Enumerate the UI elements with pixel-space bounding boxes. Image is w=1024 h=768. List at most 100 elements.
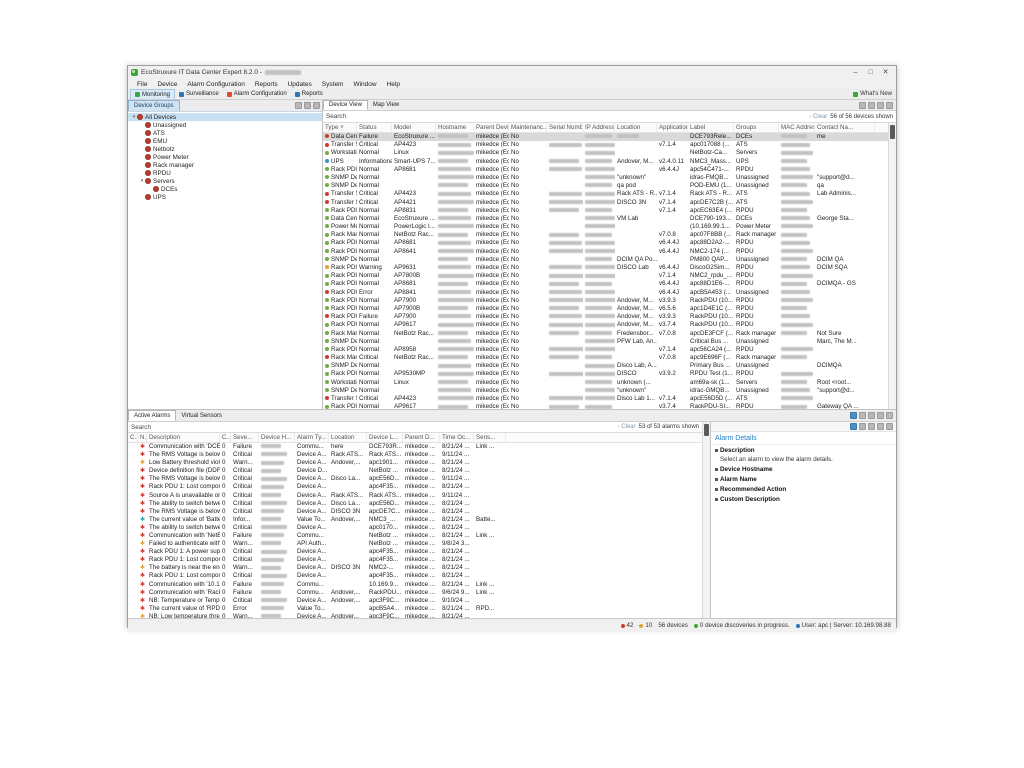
device-row[interactable]: SNMP DevicNormalmikedce (Ec...NoDisco La… <box>323 362 888 370</box>
alarm-clear-link[interactable]: Clear <box>621 424 635 430</box>
minimize-panel-icon[interactable] <box>877 423 884 430</box>
column-header-mac-address[interactable]: MAC Address <box>779 123 815 132</box>
device-row[interactable]: Rack PDUNormalAP7900mikedce (Ec...NoAndo… <box>323 297 888 305</box>
alarm-row[interactable]: ✱The RMS Voltage is below ...0CriticalDe… <box>128 508 702 516</box>
menu-reports[interactable]: Reports <box>250 81 283 88</box>
tree-item-power-meter[interactable]: Power Meter <box>128 153 322 161</box>
tree-item-all-devices[interactable]: ▾All Devices <box>128 113 322 121</box>
device-row[interactable]: Rack PDUNormalAP9530MPmikedce (Ec...NoDI… <box>323 370 888 378</box>
alarm-row[interactable]: ✱Failed to authenticate with...0Warn...A… <box>128 540 702 548</box>
alarm-column-header-seve[interactable]: Seve... <box>231 433 259 442</box>
device-row[interactable]: Rack PDUNormalAP8831mikedce (Ec...Nov7.1… <box>323 207 888 215</box>
print-icon[interactable] <box>868 423 875 430</box>
menu-help[interactable]: Help <box>382 81 405 88</box>
device-row[interactable]: Transfer SwiCriticalAP4421mikedce (Ec...… <box>323 199 888 207</box>
column-header-contact-na[interactable]: Contact Na... <box>815 123 875 132</box>
device-row[interactable]: UPSInformationalSmart-UPS 7...mikedce (E… <box>323 158 888 166</box>
info-icon[interactable] <box>850 412 857 419</box>
alarm-column-header-parent-d[interactable]: Parent D... <box>403 433 440 442</box>
scrollbar-thumb[interactable] <box>890 125 895 139</box>
alarm-column-header-n[interactable]: N.. <box>138 433 147 442</box>
tab-map-view[interactable]: Map View <box>368 100 404 110</box>
column-header-parent-device[interactable]: Parent Device <box>474 123 509 132</box>
copy-icon[interactable] <box>859 423 866 430</box>
maximize-panel-icon[interactable] <box>886 102 893 109</box>
filter-alarms-icon[interactable] <box>868 412 875 419</box>
menu-device[interactable]: Device <box>152 81 182 88</box>
column-header-location[interactable]: Location <box>615 123 657 132</box>
perspective-tab-reports[interactable]: Reports <box>291 89 327 99</box>
alarm-column-header-location[interactable]: Location <box>329 433 367 442</box>
perspective-tab-monitoring[interactable]: Monitoring <box>130 89 175 99</box>
device-row[interactable]: Rack PDUNormalAP8641mikedce (Ec...Nov6.4… <box>323 248 888 256</box>
maximize-panel-icon[interactable] <box>886 423 893 430</box>
minimize-panel-icon[interactable] <box>877 412 884 419</box>
device-row[interactable]: SNMP DevicNormalmikedce (Ec...NoPFW Lab,… <box>323 338 888 346</box>
perspective-tab-alarm-configuration[interactable]: Alarm Configuration <box>223 89 291 99</box>
tree-item-dces[interactable]: DCEs <box>128 185 322 193</box>
device-row[interactable]: SNMP DevicNormalmikedce (Ec...No"unknown… <box>323 387 888 395</box>
alarm-row[interactable]: ✱The current value of 'Batte...0Infor...… <box>128 516 702 524</box>
alarm-row[interactable]: ✱The ability to switch betwe...0Critical… <box>128 524 702 532</box>
tab-virtual-sensors[interactable]: Virtual Sensors <box>176 410 227 421</box>
alarm-row[interactable]: ✱Device definition file (DDF)...0Critica… <box>128 467 702 475</box>
device-row[interactable]: Transfer SwiCriticalAP4423mikedce (Ec...… <box>323 141 888 149</box>
clear-search-icon[interactable]: ‹ <box>809 114 811 120</box>
minimize-panel-icon[interactable] <box>877 102 884 109</box>
alarm-row[interactable]: ✱NB: Temperature or Tempe...0CriticalDev… <box>128 597 702 605</box>
device-row[interactable]: Rack PDUErrorAP8841mikedce (Ec...Nov6.4.… <box>323 289 888 297</box>
device-row[interactable]: Rack PDUNormalAP8958mikedce (Ec...Nov7.1… <box>323 346 888 354</box>
column-header-maintenanc[interactable]: Maintenanc... <box>509 123 547 132</box>
alarm-column-header-device-l[interactable]: Device L... <box>367 433 403 442</box>
menu-updates[interactable]: Updates <box>283 81 317 88</box>
alarm-row[interactable]: ✱The RMS Voltage is below ...0CriticalDe… <box>128 451 702 459</box>
scrollbar-thumb[interactable] <box>704 424 709 436</box>
alarm-row[interactable]: ✱Source A is unavailable or ...0Critical… <box>128 492 702 500</box>
device-row[interactable]: Rack PDUNormalAP7800Bmikedce (Ec...Nov7.… <box>323 272 888 280</box>
column-header-model[interactable]: Model <box>392 123 436 132</box>
device-row[interactable]: Rack PDUNormalAP9617mikedce (Ec...NoAndo… <box>323 321 888 329</box>
alarm-row[interactable]: ✱Rack PDU 1: Lost compon...0CriticalDevi… <box>128 573 702 581</box>
panel-menu-icon[interactable] <box>313 102 320 109</box>
menu-window[interactable]: Window <box>348 81 381 88</box>
device-row[interactable]: WorkstationNormalLinuxmikedce (Ec...Noun… <box>323 379 888 387</box>
alarm-column-header-c[interactable]: C... <box>128 433 138 442</box>
alarm-row[interactable]: ✱Rack PDU 1: Lost compon...0CriticalDevi… <box>128 556 702 564</box>
device-row[interactable]: SNMP DevicNormalmikedce (Ec...NoDCIM QA … <box>323 256 888 264</box>
alarm-table-scrollbar[interactable] <box>702 422 710 618</box>
device-row[interactable]: Rack PDUNormalAP8681mikedce (Ec...Nov6.4… <box>323 239 888 247</box>
whats-new-link[interactable]: What's New <box>853 89 896 99</box>
column-header-status[interactable]: Status <box>357 123 392 132</box>
tree-item-emu[interactable]: EMU <box>128 137 322 145</box>
minimize-window-button[interactable]: – <box>848 67 863 78</box>
device-search-input[interactable] <box>326 113 809 120</box>
close-window-button[interactable]: ✕ <box>878 67 893 78</box>
tree-item-ats[interactable]: ATS <box>128 129 322 137</box>
device-row[interactable]: Transfer SwiCriticalAP4423mikedce (Ec...… <box>323 395 888 403</box>
device-row[interactable]: SNMP DevicNormalmikedce (Ec...No"unknown… <box>323 174 888 182</box>
device-row[interactable]: Power MeteNormalPowerLogic I...mikedce (… <box>323 223 888 231</box>
device-row[interactable]: Rack PDUNormalAP7900Bmikedce (Ec...NoAnd… <box>323 305 888 313</box>
device-row[interactable]: Rack PDUNormalAP8681mikedce (Ec...Nov6.4… <box>323 280 888 288</box>
device-row[interactable]: Rack ManagCriticalNetBotz Rac...mikedce … <box>323 354 888 362</box>
column-header-application[interactable]: Application ... <box>657 123 688 132</box>
filter-icon[interactable] <box>868 102 875 109</box>
column-header-serial-number[interactable]: Serial Number <box>547 123 583 132</box>
column-header-type[interactable]: Type ˅ <box>323 123 357 132</box>
column-header-ip-address[interactable]: IP Address <box>583 123 615 132</box>
export-icon[interactable] <box>859 412 866 419</box>
column-header-label[interactable]: Label <box>688 123 734 132</box>
device-row[interactable]: Rack PDUNormalAP8681mikedce (Ec...Nov6.4… <box>323 166 888 174</box>
alarm-row[interactable]: ✱Communication with 'NetB...0FailureComm… <box>128 532 702 540</box>
alarm-column-header-c[interactable]: C... <box>220 433 231 442</box>
alarm-column-header-time-oc[interactable]: Time Oc... <box>440 433 474 442</box>
device-groups-tab[interactable]: Device Groups <box>128 100 180 111</box>
perspective-tab-surveillance[interactable]: Surveillance <box>175 89 223 99</box>
alarm-row[interactable]: ✱Low Battery threshold viol...0Warn...De… <box>128 459 702 467</box>
device-clear-link[interactable]: Clear <box>813 114 827 120</box>
device-row[interactable]: WorkstationNormalLinuxmikedce (Ec...NoNe… <box>323 149 888 157</box>
alarm-row[interactable]: ✱Rack PDU 1: A power supp...0CriticalDev… <box>128 548 702 556</box>
tree-item-rack-manager[interactable]: Rack manager <box>128 161 322 169</box>
clear-alarm-search-icon[interactable]: ‹ <box>618 424 620 430</box>
maximize-panel-icon[interactable] <box>886 412 893 419</box>
